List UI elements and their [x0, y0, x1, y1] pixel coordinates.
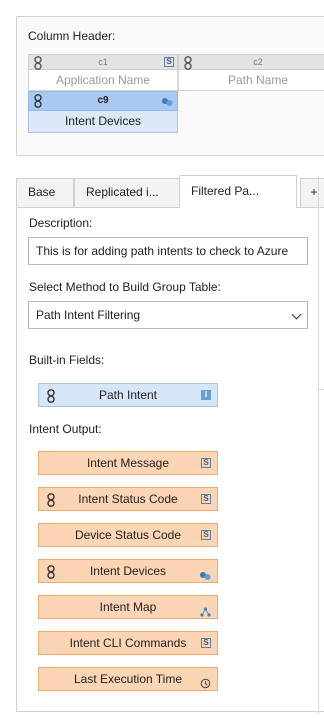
column-c2-id: c2	[253, 57, 263, 67]
output-field-intent-map[interactable]: Intent Map	[38, 595, 218, 619]
adjacent-panel-edge	[318, 176, 319, 714]
string-type-icon: S	[164, 57, 174, 67]
column-c2-header[interactable]: c2 S	[178, 54, 324, 70]
method-label: Select Method to Build Group Table:	[29, 280, 221, 294]
output-field-label: Last Execution Time	[73, 672, 183, 686]
method-select[interactable]: Path Intent Filtering	[28, 301, 308, 329]
output-field-intent-devices[interactable]: Intent Devices	[38, 559, 218, 583]
chevron-down-icon	[291, 309, 302, 320]
tab-filtered-path[interactable]: Filtered Pa...	[179, 175, 297, 208]
intent-badge-icon: I	[201, 390, 211, 400]
link-icon	[47, 388, 55, 410]
column-c2-name: Path Name	[178, 70, 324, 91]
link-icon	[47, 492, 55, 514]
string-type-icon: S	[201, 530, 211, 540]
string-type-icon: S	[201, 638, 211, 648]
column-c1-id: c1	[98, 57, 108, 67]
output-field-label: Intent Message	[86, 456, 170, 470]
string-type-icon: S	[201, 458, 211, 468]
link-icon	[34, 56, 42, 74]
builtin-fields-label: Built-in Fields:	[29, 353, 105, 367]
description-label: Description:	[29, 216, 93, 230]
devices-icon	[161, 96, 173, 114]
devices-icon	[199, 566, 211, 588]
builtin-field-path-intent[interactable]: Path Intent I	[38, 383, 218, 407]
filtered-path-panel: Description: This is for adding path int…	[16, 207, 324, 712]
column-c2[interactable]: c2 S Path Name	[178, 54, 324, 91]
map-icon	[200, 602, 211, 624]
column-c1[interactable]: c1 S Application Name c9 Intent Devices	[28, 54, 178, 133]
column-c9-header[interactable]: c9	[28, 91, 178, 111]
tab-replicated[interactable]: Replicated i...	[74, 178, 194, 207]
string-type-icon: S	[201, 494, 211, 504]
column-header-panel: Column Header: c1 S Application Name c9 …	[16, 16, 324, 156]
output-field-label: Intent Devices	[89, 564, 167, 578]
output-field-label: Device Status Code	[74, 528, 182, 542]
column-c9-id: c9	[97, 95, 109, 106]
output-field-label: Intent Status Code	[78, 492, 178, 506]
column-c1-header[interactable]: c1 S	[28, 54, 178, 70]
description-input[interactable]: This is for adding path intents to check…	[28, 237, 308, 265]
link-icon	[34, 94, 42, 115]
column-c9-name: Intent Devices	[28, 111, 178, 133]
output-field-label: Intent Map	[99, 600, 157, 614]
link-icon	[184, 56, 192, 74]
method-select-value: Path Intent Filtering	[36, 308, 141, 322]
clock-icon	[200, 674, 211, 696]
column-c1-name: Application Name	[28, 70, 178, 91]
output-field-intent-status-code[interactable]: Intent Status Code S	[38, 487, 218, 511]
link-icon	[47, 564, 55, 586]
tab-base[interactable]: Base	[16, 178, 74, 207]
output-field-last-execution-time[interactable]: Last Execution Time	[38, 667, 218, 691]
output-field-intent-message[interactable]: Intent Message S	[38, 451, 218, 475]
adjacent-panel-divider	[318, 389, 324, 390]
column-header-label: Column Header:	[28, 29, 116, 43]
output-field-device-status-code[interactable]: Device Status Code S	[38, 523, 218, 547]
intent-output-label: Intent Output:	[29, 422, 102, 436]
builtin-field-label: Path Intent	[98, 388, 158, 402]
output-field-intent-cli-commands[interactable]: Intent CLI Commands S	[38, 631, 218, 655]
add-tab-button[interactable]: +	[300, 178, 324, 207]
output-field-label: Intent CLI Commands	[69, 636, 187, 650]
